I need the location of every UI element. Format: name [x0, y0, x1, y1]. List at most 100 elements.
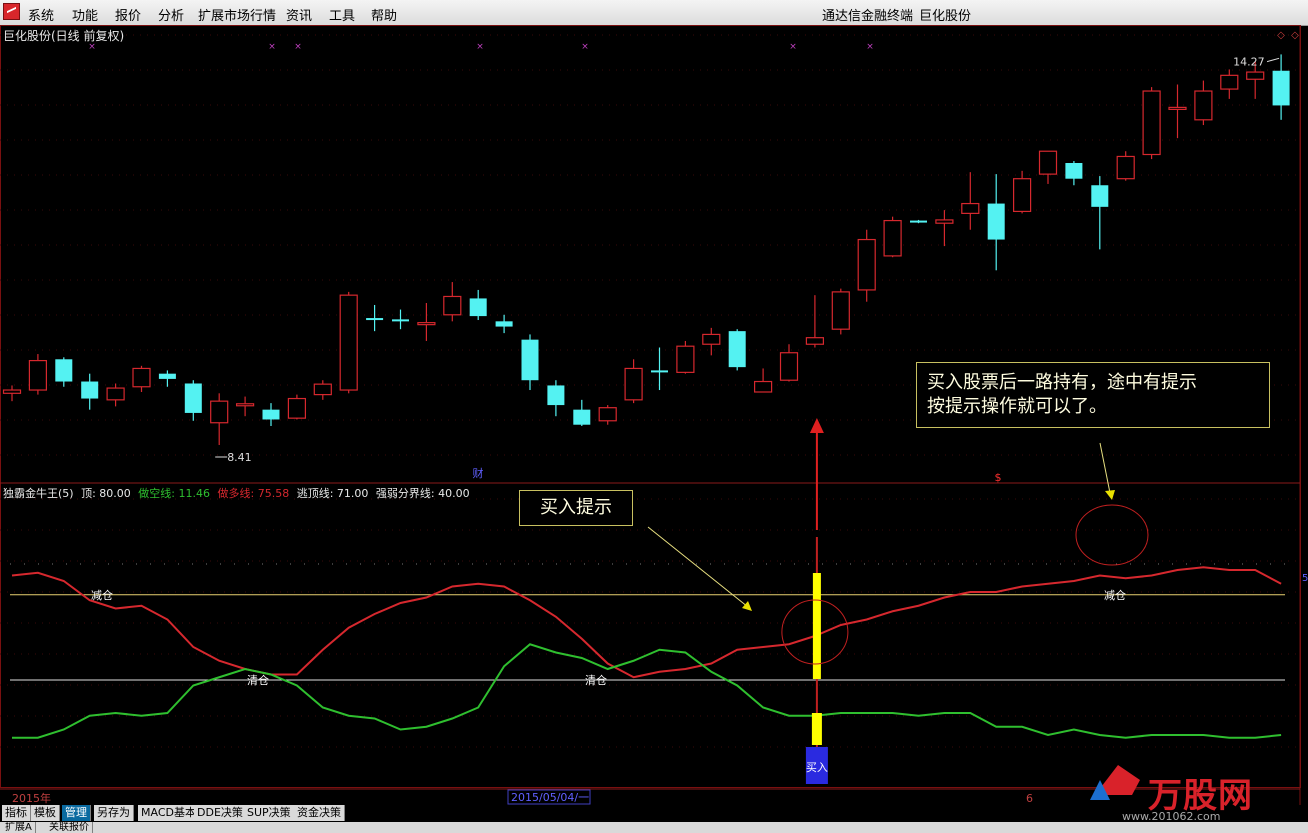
buy-signal-bar-upper — [812, 573, 821, 679]
buy-signal-label: 买入 — [806, 761, 828, 774]
candle-body — [883, 219, 902, 257]
window-stock-title: 巨化股份 — [919, 9, 972, 24]
candle-body — [987, 203, 1005, 240]
candle-body — [521, 339, 539, 381]
low-price-label: 8.41 — [227, 451, 252, 464]
indicator-escape-line: 逃顶线: 71.00 — [296, 487, 369, 500]
candle-body — [1142, 90, 1161, 156]
zone-label-reduce: 减仓 — [91, 588, 113, 602]
indicator-legend: 独霸金牛王(5) 顶: 80.00 做空线: 11.46 做多线: 75.58 … — [3, 485, 474, 501]
menu-quote[interactable]: 报价 — [115, 5, 141, 24]
candle-body — [469, 298, 487, 317]
candle-body — [28, 359, 47, 391]
watermark-url: www.201062.com — [1122, 810, 1221, 823]
candle-body — [598, 407, 617, 422]
candle-body — [1012, 178, 1032, 213]
candle-body — [728, 331, 746, 368]
candle-body — [106, 387, 125, 401]
candle-body — [805, 337, 825, 345]
hint-pointer-head-icon — [742, 601, 752, 611]
candle-body — [753, 380, 773, 393]
corner-diamond-icon: ◇ — [1291, 30, 1299, 41]
annotation-hold-line2: 按提示操作就可以了。 — [927, 396, 1107, 417]
tab-related-quote[interactable]: 关联报价 — [46, 822, 93, 833]
note-pointer-line — [1099, 442, 1111, 494]
candle-body — [81, 381, 99, 399]
candle-body — [624, 367, 643, 401]
menu-tools[interactable]: 工具 — [329, 5, 355, 24]
candle-body — [1168, 106, 1187, 110]
tab-macd[interactable]: MACD基本 — [138, 805, 200, 821]
menu-extended-market[interactable]: 扩展市场行情 — [198, 5, 276, 24]
candle-body — [573, 409, 591, 425]
menu-function[interactable]: 功能 — [72, 5, 98, 24]
candle-body — [417, 322, 436, 326]
candle-body — [779, 352, 799, 381]
candle-body — [857, 238, 876, 291]
event-marker-icon: × — [789, 42, 797, 52]
candle-body — [651, 370, 668, 373]
event-marker-icon: × — [268, 42, 276, 52]
zone-label-clear: 清仓 — [247, 673, 269, 687]
menu-bar: 系统 功能 报价 分析 扩展市场行情 资讯 工具 帮助 通达信金融终端 巨化股份 — [0, 0, 1308, 26]
high-arrow-icon — [1266, 57, 1280, 63]
candle-body — [1220, 74, 1239, 90]
indicator-short-line: 做空线: 11.46 — [138, 487, 210, 500]
short-line-series — [12, 643, 1282, 739]
menu-analysis[interactable]: 分析 — [158, 5, 184, 24]
candle-body — [210, 400, 229, 424]
indicator-top: 顶: 80.00 — [81, 487, 131, 500]
menu-system[interactable]: 系统 — [28, 5, 54, 24]
candle-body — [158, 373, 176, 379]
tab-template[interactable]: 模板 — [31, 805, 60, 821]
annotation-hold-note: 买入股票后一路持有，途中有提示 按提示操作就可以了。 — [916, 362, 1270, 428]
high-price-label: 14.27 — [1233, 56, 1265, 69]
axis-date-label: 2015/05/04/一 — [511, 791, 589, 804]
indicator-panel: 减仓清仓 清仓 减仓买入 — [10, 537, 1285, 784]
event-marker-icon: × — [476, 42, 484, 52]
menu-help[interactable]: 帮助 — [371, 5, 397, 24]
candle-body — [132, 367, 151, 388]
candle-body — [55, 359, 73, 382]
window-app-title: 通达信金融终端 — [822, 9, 914, 24]
tab-dde[interactable]: DDE决策 — [194, 805, 247, 821]
tab-fund[interactable]: 资金决策 — [294, 805, 345, 821]
event-marker-icon: × — [866, 42, 874, 52]
reduce-circle — [1075, 504, 1149, 566]
candle-body — [1091, 185, 1109, 207]
candle-body — [313, 383, 332, 396]
candle-body — [184, 383, 202, 413]
event-marker-icon: × — [581, 42, 589, 52]
candle-body — [2, 389, 22, 394]
candle-body — [1246, 71, 1265, 80]
candle-body — [1038, 150, 1058, 175]
indicator-long-line: 做多线: 75.58 — [217, 487, 290, 500]
tab-sup[interactable]: SUP决策 — [244, 805, 295, 821]
candle-body — [547, 385, 565, 406]
app-logo-icon[interactable] — [3, 3, 20, 20]
candle-body — [236, 403, 255, 407]
long-line-series — [11, 566, 1282, 679]
watermark-logo-icon — [1090, 765, 1140, 800]
candle-body — [961, 202, 980, 214]
side-marker: 5 — [1302, 573, 1308, 584]
candle-body — [443, 295, 462, 316]
zone-label-reduce: 减仓 — [1104, 588, 1126, 602]
tab-extend-a[interactable]: 扩展A — [2, 822, 36, 833]
buy-signal-bar-lower — [811, 713, 822, 745]
indicator-boundary-line: 强弱分界线: 40.00 — [375, 487, 470, 500]
zone-label-clear: 清仓 — [585, 673, 607, 687]
corner-diamond-icon: ◇ — [1277, 30, 1285, 41]
candle-body — [910, 220, 927, 223]
tab-save-as[interactable]: 另存为 — [94, 805, 134, 821]
axis-year-label: 2015年 — [12, 791, 51, 805]
dividend-marker: $ — [995, 471, 1002, 484]
menu-news[interactable]: 资讯 — [286, 5, 312, 24]
tab-manage[interactable]: 管理 — [62, 805, 91, 821]
bottom-status-bar — [0, 822, 1308, 833]
candle-body — [831, 291, 850, 330]
annotation-hold-line1: 买入股票后一路持有，途中有提示 — [927, 372, 1197, 393]
candle-body — [339, 294, 358, 391]
candle-body — [1272, 70, 1290, 106]
tab-indicator[interactable]: 指标 — [2, 805, 31, 821]
